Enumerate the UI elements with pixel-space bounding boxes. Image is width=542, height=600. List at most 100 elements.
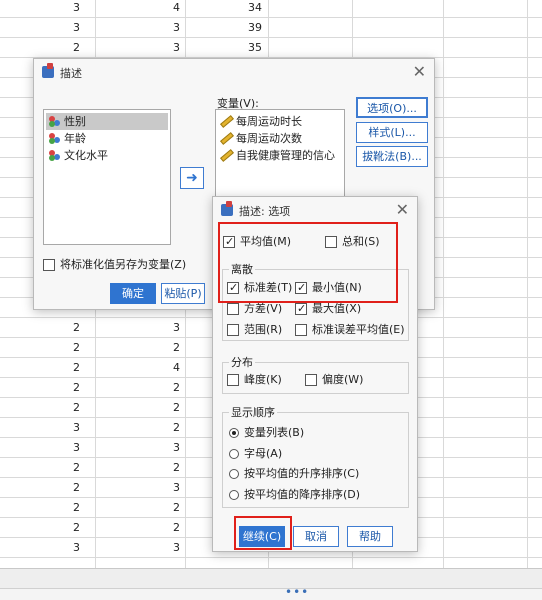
checkbox-box[interactable]: [227, 324, 239, 336]
table-cell[interactable]: 2: [40, 458, 80, 478]
checkbox-box[interactable]: [295, 324, 307, 336]
table-cell[interactable]: 35: [222, 38, 262, 58]
more-icon[interactable]: •••: [285, 585, 309, 599]
horizontal-scrollbar[interactable]: [0, 568, 542, 588]
table-cell[interactable]: 3: [140, 438, 180, 458]
save-standardized-checkbox[interactable]: 将标准化值另存为变量(Z): [43, 257, 186, 273]
kurtosis-checkbox[interactable]: 峰度(K): [227, 372, 282, 388]
list-item[interactable]: 每周运动时长: [218, 113, 302, 130]
table-cell[interactable]: 2: [140, 338, 180, 358]
skewness-checkbox[interactable]: 偏度(W): [305, 372, 363, 388]
table-row[interactable]: 2 3 35: [0, 38, 542, 58]
se-mean-checkbox[interactable]: 标准误差平均值(E): [295, 322, 405, 338]
source-variable-list[interactable]: 性别 年龄 文化水平: [43, 109, 171, 245]
variance-checkbox[interactable]: 方差(V): [227, 301, 282, 317]
table-cell[interactable]: 2: [40, 398, 80, 418]
ok-button[interactable]: 确定: [110, 283, 156, 304]
table-cell[interactable]: 2: [40, 378, 80, 398]
table-cell[interactable]: 34: [222, 0, 262, 18]
table-cell[interactable]: 2: [40, 38, 80, 58]
table-cell[interactable]: 3: [140, 318, 180, 338]
checkbox-label: 偏度(W): [322, 373, 364, 386]
paste-button[interactable]: 粘贴(P): [161, 283, 205, 304]
table-row[interactable]: 3 3 39: [0, 18, 542, 38]
checkbox-label: 方差(V): [244, 302, 283, 315]
close-icon[interactable]: ✕: [413, 62, 426, 81]
scale-variable-icon: [220, 115, 234, 128]
nominal-variable-icon: [49, 133, 61, 144]
radio-label: 变量列表(B): [244, 426, 305, 439]
cancel-button[interactable]: 取消: [293, 526, 339, 547]
table-cell[interactable]: 2: [40, 518, 80, 538]
radio-dot[interactable]: [229, 428, 239, 438]
order-descending-radio[interactable]: 按平均值的降序排序(D): [229, 487, 360, 503]
table-cell[interactable]: 4: [140, 0, 180, 18]
table-cell[interactable]: 3: [140, 38, 180, 58]
checkbox-box[interactable]: [227, 303, 239, 315]
table-cell[interactable]: 3: [140, 538, 180, 558]
table-cell[interactable]: 2: [40, 358, 80, 378]
radio-dot[interactable]: [229, 449, 239, 459]
table-cell[interactable]: 4: [140, 358, 180, 378]
table-cell[interactable]: 3: [40, 18, 80, 38]
checkbox-box[interactable]: [305, 374, 317, 386]
options-button[interactable]: 选项(O)...: [356, 97, 428, 118]
list-item-label: 年龄: [64, 132, 86, 145]
table-cell[interactable]: 2: [140, 518, 180, 538]
table-cell[interactable]: 3: [140, 18, 180, 38]
style-button[interactable]: 样式(L)...: [356, 122, 428, 143]
table-cell[interactable]: 2: [40, 478, 80, 498]
table-cell[interactable]: 3: [40, 418, 80, 438]
order-ascending-radio[interactable]: 按平均值的升序排序(C): [229, 466, 359, 482]
list-item[interactable]: 性别: [46, 113, 168, 130]
dialog-title: 描述: 选项: [239, 205, 291, 218]
table-cell[interactable]: 39: [222, 18, 262, 38]
table-cell[interactable]: 3: [140, 478, 180, 498]
table-cell[interactable]: 2: [140, 398, 180, 418]
close-icon[interactable]: ✕: [396, 200, 409, 219]
radio-dot[interactable]: [229, 490, 239, 500]
order-alpha-radio[interactable]: 字母(A): [229, 446, 282, 462]
table-cell[interactable]: 2: [140, 458, 180, 478]
radio-dot[interactable]: [229, 469, 239, 479]
checkbox-box[interactable]: [43, 259, 55, 271]
status-bar: •••: [0, 585, 542, 600]
max-checkbox[interactable]: 最大值(X): [295, 301, 361, 317]
display-order-label: 显示顺序: [229, 404, 277, 420]
spss-app-icon: [221, 201, 233, 216]
checkbox-label: 将标准化值另存为变量(Z): [60, 258, 187, 271]
table-cell[interactable]: 2: [40, 318, 80, 338]
order-variable-list-radio[interactable]: 变量列表(B): [229, 425, 304, 441]
table-cell[interactable]: 3: [40, 538, 80, 558]
scale-variable-icon: [220, 149, 234, 162]
arrow-right-icon: ➜: [186, 170, 198, 186]
checkbox-box[interactable]: [227, 374, 239, 386]
table-row[interactable]: 3 4 34: [0, 0, 542, 18]
bootstrap-button[interactable]: 拔靴法(B)...: [356, 146, 428, 167]
help-button[interactable]: 帮助: [347, 526, 393, 547]
highlight-box-continue: [234, 516, 292, 550]
spss-app-icon: [42, 63, 54, 78]
table-cell[interactable]: 2: [140, 418, 180, 438]
table-cell[interactable]: 2: [40, 498, 80, 518]
nominal-variable-icon: [49, 116, 61, 127]
dialog-titlebar[interactable]: 描述: 选项 ✕: [213, 197, 417, 223]
list-item-label: 每周运动次数: [236, 132, 302, 145]
list-item[interactable]: 每周运动次数: [218, 130, 302, 147]
list-item[interactable]: 文化水平: [46, 147, 108, 164]
move-variable-button[interactable]: ➜: [180, 167, 204, 189]
radio-label: 字母(A): [244, 447, 283, 460]
dialog-titlebar[interactable]: 描述 ✕: [34, 59, 434, 85]
list-item-label: 自我健康管理的信心: [236, 149, 335, 162]
table-cell[interactable]: 3: [40, 0, 80, 18]
list-item[interactable]: 自我健康管理的信心: [218, 147, 335, 164]
checkbox-box[interactable]: [295, 301, 307, 317]
table-cell[interactable]: 2: [40, 338, 80, 358]
list-item-label: 性别: [64, 115, 86, 128]
table-cell[interactable]: 2: [140, 378, 180, 398]
list-item[interactable]: 年龄: [46, 130, 86, 147]
table-cell[interactable]: 2: [140, 498, 180, 518]
range-checkbox[interactable]: 范围(R): [227, 322, 282, 338]
checkbox-label: 峰度(K): [244, 373, 282, 386]
table-cell[interactable]: 3: [40, 438, 80, 458]
